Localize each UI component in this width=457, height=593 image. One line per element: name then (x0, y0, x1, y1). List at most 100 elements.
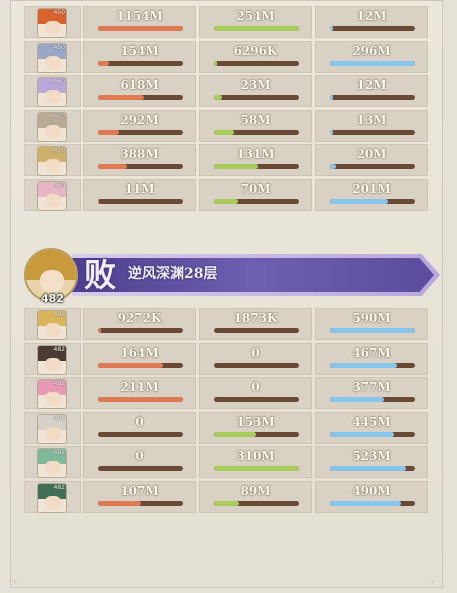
heal-value: 23M (240, 78, 271, 92)
damage-value: 9272K (117, 311, 162, 325)
hero-avatar: 450 (37, 180, 67, 211)
tank-stat-cell: 590M (315, 308, 428, 340)
damage-stat-cell: 388M (83, 144, 196, 176)
leader-level: 482 (41, 292, 64, 305)
heal-value: 6296K (233, 43, 278, 58)
heal-bar-track (214, 198, 299, 204)
hero-stat-row: 482 211M 0 377M (24, 377, 429, 409)
damage-value: 618M (120, 78, 159, 92)
damage-bar-track (98, 60, 183, 66)
heal-bar-track (214, 129, 299, 135)
heal-stat-cell: 1873K (199, 308, 312, 340)
damage-value: 0 (135, 449, 144, 463)
hero-portrait[interactable]: 482 (24, 342, 81, 375)
hero-portrait[interactable]: 450 (24, 178, 81, 211)
hero-level: 482 (53, 483, 65, 491)
damage-bar-track (98, 328, 183, 333)
damage-bar-track (98, 500, 183, 506)
damage-stat-cell: 292M (83, 109, 196, 142)
heal-bar-fill (214, 466, 299, 471)
stage-name: 逆风深渊28层 (128, 266, 218, 282)
hero-stat-row: 482 0 310M 523M (24, 446, 429, 478)
hero-avatar: 482 (37, 448, 67, 478)
tank-bar-track (330, 500, 415, 506)
heal-bar-fill (214, 26, 299, 31)
damage-bar-fill (98, 95, 144, 100)
tank-bar-fill (330, 362, 398, 368)
damage-value: 292M (120, 112, 159, 127)
damage-bar-fill (98, 500, 142, 506)
damage-value: 388M (120, 147, 159, 161)
tank-bar-track (330, 431, 415, 437)
hero-portrait[interactable]: 450 (24, 144, 81, 176)
damage-bar-fill (98, 129, 120, 135)
hero-level: 482 (53, 449, 65, 456)
heal-stat-cell: 6296K (199, 40, 312, 73)
damage-bar-track (98, 362, 183, 368)
hero-level: 450 (53, 147, 65, 154)
damage-bar-track (98, 431, 183, 437)
heal-stat-cell: 89M (199, 480, 312, 513)
heal-bar-track (214, 397, 299, 402)
hero-portrait[interactable]: 450 (24, 75, 81, 107)
damage-value: 154M (120, 43, 159, 58)
avatar-face (40, 270, 64, 292)
hero-stat-row: 482 107M 89M 490M (24, 480, 429, 513)
tank-stat-cell: 445M (315, 411, 428, 444)
tank-value: 445M (352, 414, 391, 429)
heal-value: 254M (236, 9, 275, 23)
heal-value: 70M (240, 181, 271, 196)
damage-value: 107M (120, 483, 159, 498)
heal-stat-cell: 23M (199, 75, 312, 107)
hero-level: 482 (53, 311, 65, 318)
hero-face (45, 461, 61, 475)
damage-bar-track (98, 26, 183, 31)
heal-bar-track (214, 95, 299, 100)
hero-portrait[interactable]: 450 (24, 6, 81, 38)
tank-bar-fill (330, 164, 336, 169)
heal-stat-cell: 310M (199, 446, 312, 478)
damage-bar-fill (98, 328, 102, 333)
hero-stat-row: 450 618M 23M 12M (24, 75, 429, 107)
hero-face (45, 495, 61, 510)
heal-value: 131M (236, 147, 275, 161)
heal-bar-track (214, 431, 299, 437)
hero-portrait[interactable]: 450 (24, 40, 81, 73)
hero-face (45, 159, 61, 173)
heal-stat-cell: 58M (199, 109, 312, 142)
hero-portrait[interactable]: 482 (24, 308, 81, 340)
hero-avatar: 450 (37, 77, 67, 107)
damage-value: 164M (120, 345, 159, 360)
damage-stat-cell: 164M (83, 342, 196, 375)
tank-value: 490M (352, 483, 391, 498)
defeat-label: 败 (84, 256, 117, 294)
hero-level: 482 (53, 380, 65, 387)
tank-bar-track (330, 164, 415, 169)
hero-portrait[interactable]: 482 (24, 480, 81, 513)
tank-stat-cell: 377M (315, 377, 428, 409)
hero-avatar: 482 (37, 310, 67, 340)
tank-stat-cell: 12M (315, 6, 428, 38)
hero-portrait[interactable]: 482 (24, 377, 81, 409)
hero-face (45, 357, 61, 372)
hero-portrait[interactable]: 482 (24, 446, 81, 478)
tank-value: 296M (352, 43, 391, 58)
damage-stat-cell: 618M (83, 75, 196, 107)
heal-bar-fill (214, 95, 222, 100)
hero-stat-row: 482 9272K 1873K 590M (24, 308, 429, 340)
damage-bar-fill (98, 164, 127, 169)
hero-stat-row: 450 1154M 254M 12M (24, 6, 429, 38)
damage-bar-track (98, 129, 183, 135)
damage-value: 211M (120, 380, 159, 394)
tank-value: 377M (352, 380, 391, 394)
hero-face (45, 323, 61, 337)
hero-portrait[interactable]: 482 (24, 411, 81, 444)
tank-value: 13M (356, 112, 387, 127)
heal-value: 310M (236, 449, 275, 463)
tank-bar-fill (330, 431, 394, 437)
tank-stat-cell: 12M (315, 75, 428, 107)
hero-portrait[interactable]: 450 (24, 109, 81, 142)
tank-bar-fill (330, 198, 388, 204)
heal-bar-track (214, 164, 299, 169)
hero-level: 450 (53, 78, 65, 85)
